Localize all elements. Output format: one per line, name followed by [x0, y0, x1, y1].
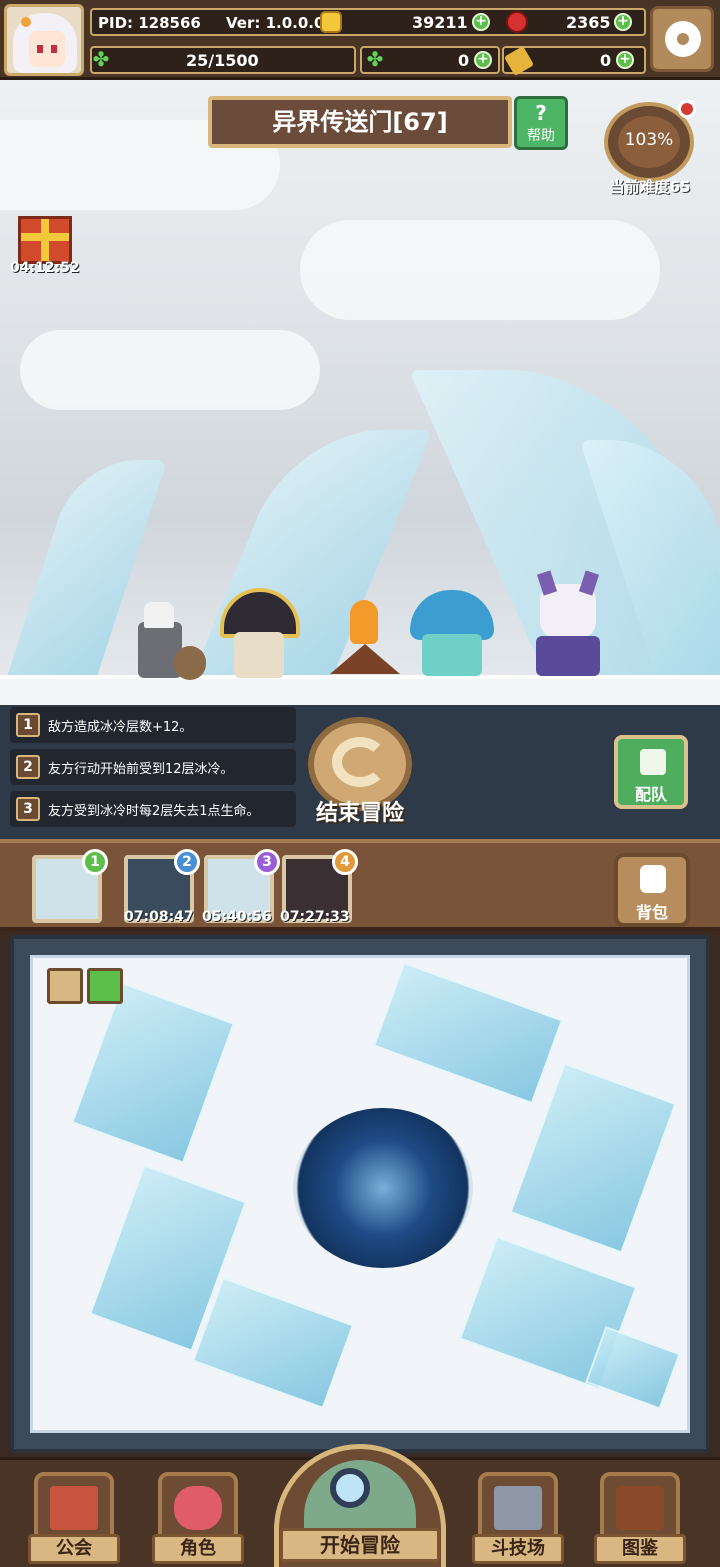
rule-text: 敌方造成冰冷层数+12。 [48, 720, 193, 735]
book-icon [616, 1486, 664, 1530]
crossed-swords-icon [494, 1486, 542, 1530]
nav-codex-label: 图鉴 [594, 1534, 686, 1564]
portal-map-frame [10, 935, 710, 1453]
avatar-eye [51, 45, 57, 53]
bottom-navigation: 公会 角色 开始冒险 斗技场 图鉴 [0, 1444, 720, 1567]
stage-title: 异界传送门[67] [272, 108, 448, 136]
add-clover-button[interactable]: + [474, 51, 492, 69]
cloud [300, 220, 660, 320]
slot-timer: 05:40:56 [202, 909, 272, 925]
portal-slot-bar: 1 2 07:08:47 3 05:40:56 4 07:27:33 背包 [0, 839, 720, 931]
rule-number: 1 [16, 713, 40, 737]
nav-guild-label: 公会 [28, 1534, 120, 1564]
avatar-face [29, 31, 65, 67]
backpack-button[interactable]: 背包 [614, 853, 690, 927]
dark-vortex-portal[interactable] [293, 1108, 473, 1268]
help-label: 帮助 [527, 128, 555, 144]
red-gem-icon [506, 11, 528, 33]
nav-start-label: 开始冒险 [280, 1528, 440, 1562]
gift-box-icon[interactable] [18, 216, 72, 264]
team-setup-button[interactable]: 配队 [614, 735, 688, 809]
game-version: Ver: 1.0.0.0 [226, 14, 325, 32]
ticket-amount: 0 [600, 51, 612, 70]
notification-dot [678, 100, 696, 118]
backpack-icon [640, 865, 666, 893]
slot-timer: 07:27:33 [280, 909, 350, 925]
add-gold-button[interactable]: + [472, 13, 490, 31]
team-label: 配队 [634, 785, 667, 804]
gear-icon-center [677, 33, 689, 45]
slot-badge: 4 [332, 849, 358, 875]
stage-rules-panel: 1 敌方造成冰冷层数+12。 2 友方行动开始前受到12层冰冷。 3 友方受到冰… [0, 705, 720, 839]
rule-item: 3 友方受到冰冷时每2层失去1点生命。 [10, 791, 296, 827]
ice-crystal [191, 1276, 355, 1410]
key-ticket-icon [503, 45, 535, 77]
difficulty-percent: 103% [624, 130, 674, 150]
thumbs-up-icon[interactable] [87, 968, 123, 1004]
rule-number: 3 [16, 797, 40, 821]
gift-timer: 04:12:52 [10, 260, 80, 276]
difficulty-label: 当前难度65 [609, 178, 691, 196]
end-adventure-label: 结束冒险 [315, 801, 404, 826]
top-status-bar: PID: 128566 Ver: 1.0.0.0 39211 + 2365 + … [0, 0, 720, 80]
question-icon: ? [535, 101, 547, 125]
four-leaf-clover-icon: ✤ [366, 47, 384, 71]
hairpin-icon [21, 17, 31, 27]
end-adventure-button[interactable]: 结束冒险 [302, 717, 418, 829]
cloud [20, 330, 320, 410]
energy-value: 25/1500 [186, 51, 259, 70]
clover-energy-icon: ✤ [92, 47, 110, 71]
hero-knight[interactable] [130, 602, 210, 682]
magnifier-icon [330, 1468, 370, 1508]
hero-ice-mushroom[interactable] [404, 590, 500, 682]
rule-text: 友方受到冰冷时每2层失去1点生命。 [48, 804, 260, 819]
nav-guild[interactable]: 公会 [28, 1472, 120, 1567]
avatar-eye [37, 45, 43, 53]
clover-amount: 0 [458, 51, 470, 70]
top-stat-row: PID: 128566 Ver: 1.0.0.0 39211 + 2365 + [90, 8, 646, 36]
rule-text: 友方行动开始前受到12层冰冷。 [48, 762, 234, 777]
guild-hall-icon [50, 1486, 98, 1530]
portal-slot[interactable]: 1 [32, 849, 108, 923]
hero-catgirl-swordmaid[interactable] [516, 570, 626, 682]
gold-coin-icon [320, 11, 342, 33]
stage-title-plate: 异界传送门[67] [208, 96, 512, 148]
player-avatar[interactable] [4, 4, 84, 76]
add-gem-button[interactable]: + [614, 13, 632, 31]
player-id: PID: 128566 [98, 14, 201, 32]
ticket-counter: 0 + [502, 45, 646, 77]
add-ticket-button[interactable]: + [616, 51, 634, 69]
nav-start-adventure[interactable]: 开始冒险 [274, 1444, 446, 1567]
help-button[interactable]: ? 帮助 [514, 96, 568, 150]
battle-scene: 异界传送门[67] ? 帮助 103% 当前难度65 04:12:52 [0, 80, 720, 705]
hero-mage[interactable] [212, 588, 308, 684]
backpack-label: 背包 [635, 903, 668, 922]
slot-badge: 3 [254, 849, 280, 875]
rule-item: 2 友方行动开始前受到12层冰冷。 [10, 749, 296, 785]
ice-crystal [372, 961, 564, 1105]
ice-crystal [70, 982, 236, 1164]
gold-amount: 39211 [412, 13, 468, 32]
slot-timer: 07:08:47 [124, 909, 194, 925]
campfire [330, 600, 400, 680]
slot-badge: 2 [174, 849, 200, 875]
nav-character[interactable]: 角色 [152, 1472, 244, 1567]
clover-counter: ✤ 0 + [360, 46, 500, 74]
team-icon [640, 749, 666, 775]
energy-bar: ✤ 25/1500 [90, 46, 356, 74]
rule-number: 2 [16, 755, 40, 779]
character-portrait-icon [174, 1486, 222, 1530]
settings-button[interactable] [650, 6, 714, 72]
portal-map[interactable] [30, 955, 690, 1433]
nav-character-label: 角色 [152, 1534, 244, 1564]
nav-arena-label: 斗技场 [472, 1534, 564, 1564]
home-icon[interactable] [47, 968, 83, 1004]
gem-amount: 2365 [566, 13, 611, 32]
slot-badge: 1 [82, 849, 108, 875]
return-arrow-icon [332, 737, 388, 787]
nav-codex[interactable]: 图鉴 [594, 1472, 686, 1567]
rule-item: 1 敌方造成冰冷层数+12。 [10, 707, 296, 743]
nav-arena[interactable]: 斗技场 [472, 1472, 564, 1567]
